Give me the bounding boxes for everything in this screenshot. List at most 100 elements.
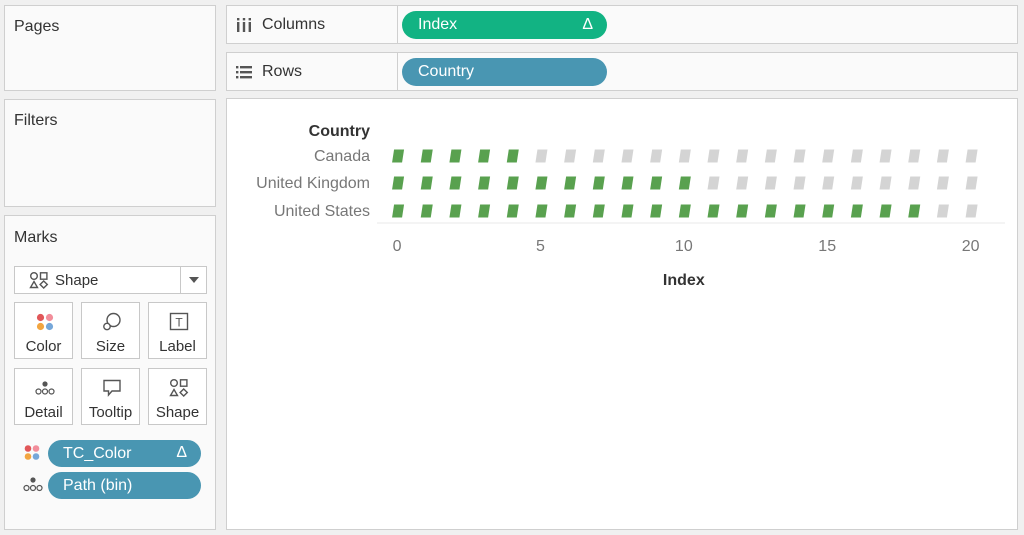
tooltip-button[interactable]: Tooltip <box>81 368 140 425</box>
mark-empty[interactable] <box>965 176 978 190</box>
mark-filled[interactable] <box>564 176 577 190</box>
mark-empty[interactable] <box>936 204 949 218</box>
shape-icon <box>168 377 190 399</box>
tooltip-label: Tooltip <box>88 404 133 421</box>
mark-filled[interactable] <box>478 204 491 218</box>
mark-filled[interactable] <box>678 204 691 218</box>
mark-empty[interactable] <box>822 149 835 163</box>
pages-title: Pages <box>14 18 60 35</box>
mark-filled[interactable] <box>506 176 519 190</box>
mark-empty[interactable] <box>936 176 949 190</box>
mark-filled[interactable] <box>420 149 433 163</box>
mark-filled[interactable] <box>736 204 749 218</box>
tc-color-pill[interactable]: TC_Color Δ <box>48 440 201 467</box>
filters-panel[interactable]: Filters <box>4 99 216 207</box>
mark-filled[interactable] <box>449 149 462 163</box>
pages-panel[interactable]: Pages <box>4 5 216 91</box>
row-label-united-states: United States <box>274 203 370 220</box>
x-tick-label: 0 <box>393 238 402 255</box>
mark-filled[interactable] <box>392 176 405 190</box>
mark-filled[interactable] <box>506 149 519 163</box>
mark-empty[interactable] <box>850 149 863 163</box>
mark-filled[interactable] <box>564 204 577 218</box>
mark-filled[interactable] <box>535 176 548 190</box>
mark-empty[interactable] <box>736 149 749 163</box>
color-button[interactable]: Color <box>14 302 73 359</box>
label-label: Label <box>159 338 196 355</box>
mark-filled[interactable] <box>822 204 835 218</box>
mark-filled[interactable] <box>449 204 462 218</box>
mark-filled[interactable] <box>793 204 806 218</box>
mark-filled[interactable] <box>621 204 634 218</box>
mark-empty[interactable] <box>965 204 978 218</box>
mark-filled[interactable] <box>478 176 491 190</box>
mark-empty[interactable] <box>592 149 605 163</box>
mark-empty[interactable] <box>908 149 921 163</box>
mark-empty[interactable] <box>822 176 835 190</box>
mark-filled[interactable] <box>392 204 405 218</box>
mark-empty[interactable] <box>936 149 949 163</box>
mark-filled[interactable] <box>420 204 433 218</box>
mark-empty[interactable] <box>736 176 749 190</box>
mark-empty[interactable] <box>707 176 720 190</box>
mark-filled[interactable] <box>506 204 519 218</box>
path-bin-pill[interactable]: Path (bin) <box>48 472 201 499</box>
detail-label: Detail <box>24 404 63 421</box>
mark-type-dropdown[interactable]: Shape <box>14 266 207 294</box>
chart-svg: Country Canada United Kingdom United State… <box>256 123 1005 289</box>
x-axis-title: Index <box>663 272 705 289</box>
mark-filled[interactable] <box>392 149 405 163</box>
mark-empty[interactable] <box>650 149 663 163</box>
columns-shelf[interactable]: Columns Index Δ <box>226 5 1018 44</box>
country-pill[interactable]: Country <box>402 58 607 86</box>
mark-filled[interactable] <box>592 204 605 218</box>
label-button[interactable]: T Label <box>148 302 207 359</box>
country-pill-label: Country <box>418 63 475 80</box>
size-button[interactable]: Size <box>81 302 140 359</box>
index-pill[interactable]: Index Δ <box>402 11 607 39</box>
mark-empty[interactable] <box>678 149 691 163</box>
mark-filled[interactable] <box>621 176 634 190</box>
mark-filled[interactable] <box>850 204 863 218</box>
color-icon <box>34 311 56 333</box>
mark-empty[interactable] <box>564 149 577 163</box>
mark-filled[interactable] <box>707 204 720 218</box>
label-icon: T <box>168 311 190 333</box>
mark-filled[interactable] <box>420 176 433 190</box>
color-encoding-icon <box>22 443 44 463</box>
mark-empty[interactable] <box>707 149 720 163</box>
mark-filled[interactable] <box>535 204 548 218</box>
mark-empty[interactable] <box>908 176 921 190</box>
mark-filled[interactable] <box>879 204 892 218</box>
mark-empty[interactable] <box>764 149 777 163</box>
columns-icon <box>235 17 253 33</box>
rows-icon <box>235 64 253 80</box>
mark-filled[interactable] <box>478 149 491 163</box>
mark-type-label: Shape <box>55 271 99 289</box>
mark-empty[interactable] <box>793 176 806 190</box>
mark-empty[interactable] <box>879 176 892 190</box>
size-label: Size <box>95 338 126 355</box>
mark-empty[interactable] <box>879 149 892 163</box>
mark-empty[interactable] <box>764 176 777 190</box>
mark-empty[interactable] <box>535 149 548 163</box>
chevron-down-icon[interactable] <box>180 267 206 293</box>
tooltip-icon <box>101 377 123 399</box>
mark-empty[interactable] <box>793 149 806 163</box>
row-label-united-kingdom: United Kingdom <box>256 175 370 192</box>
mark-filled[interactable] <box>592 176 605 190</box>
mark-filled[interactable] <box>650 204 663 218</box>
shape-button[interactable]: Shape <box>148 368 207 425</box>
rows-shelf[interactable]: Rows Country <box>226 52 1018 91</box>
x-tick-label: 10 <box>675 238 693 255</box>
mark-empty[interactable] <box>621 149 634 163</box>
mark-filled[interactable] <box>908 204 921 218</box>
shapes-icon <box>29 271 49 289</box>
mark-empty[interactable] <box>850 176 863 190</box>
detail-button[interactable]: Detail <box>14 368 73 425</box>
mark-filled[interactable] <box>650 176 663 190</box>
mark-filled[interactable] <box>678 176 691 190</box>
mark-filled[interactable] <box>764 204 777 218</box>
mark-filled[interactable] <box>449 176 462 190</box>
mark-empty[interactable] <box>965 149 978 163</box>
